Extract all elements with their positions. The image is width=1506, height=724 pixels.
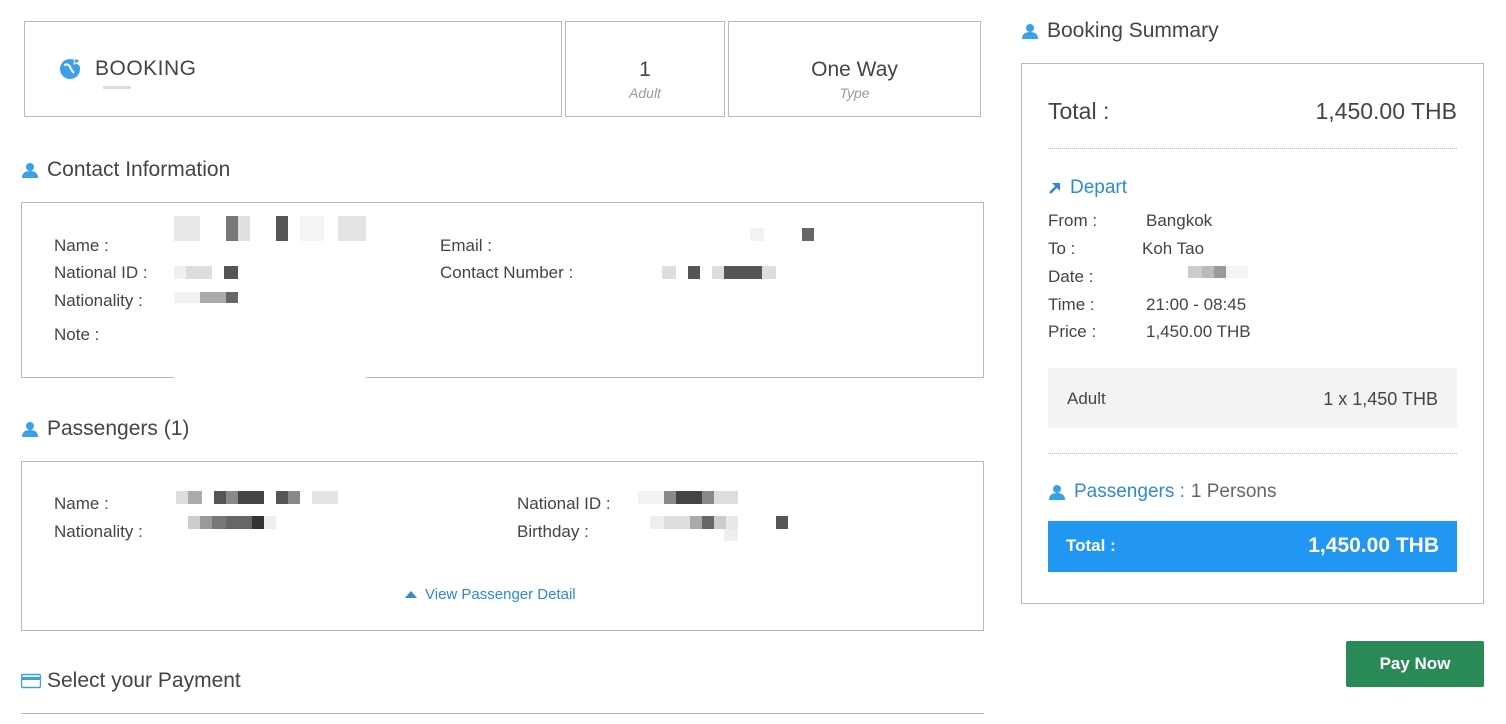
summary-total-label: Total : — [1048, 98, 1110, 124]
payment-heading-text: Select your Payment — [47, 669, 241, 692]
contact-number-redacted — [662, 266, 776, 279]
passenger-name-label: Name : — [54, 494, 109, 513]
passenger-nationality-redacted — [188, 516, 276, 529]
passengers-panel: Name : Nationality : National ID : Birth… — [21, 461, 984, 631]
payment-panel — [21, 713, 984, 724]
divider — [1048, 148, 1457, 149]
passengers-summary: Passengers : 1 Persons — [1048, 481, 1276, 503]
pay-now-button[interactable]: Pay Now — [1346, 641, 1484, 687]
booking-box: BOOKING — [24, 21, 562, 117]
passengers-heading: Passengers (1) — [21, 417, 189, 441]
grand-total-label: Total : — [1066, 536, 1116, 555]
grand-total-bar: Total : 1,450.00 THB — [1048, 521, 1457, 572]
depart-header: Depart — [1048, 177, 1127, 199]
passenger-name-redacted — [176, 491, 364, 504]
price-label: Price : — [1048, 322, 1097, 341]
passenger-birthday-redacted-2 — [724, 529, 738, 541]
person-icon — [22, 422, 38, 437]
passenger-national-id-redacted — [638, 491, 738, 504]
passenger-birthday-redacted — [650, 516, 790, 529]
contact-name-redacted — [174, 216, 366, 241]
passengers-summary-label: Passengers : — [1074, 481, 1185, 502]
summary-heading: Booking Summary — [1021, 19, 1219, 43]
trip-type: One Way — [811, 58, 898, 81]
from-value: Bangkok — [1146, 211, 1213, 230]
credit-card-icon — [21, 673, 41, 689]
date-label: Date : — [1048, 267, 1094, 286]
contact-heading-text: Contact Information — [47, 158, 231, 181]
booking-title: BOOKING — [95, 57, 197, 80]
person-icon — [22, 163, 38, 178]
contact-number-label: Contact Number : — [440, 263, 574, 282]
adult-count: 1 — [639, 58, 651, 81]
adult-count-box: 1 Adult — [565, 21, 725, 117]
to-label: To : — [1048, 239, 1076, 258]
contact-name-label: Name : — [54, 236, 109, 255]
fare-value: 1 x 1,450 THB — [1323, 389, 1438, 409]
contact-panel: Name : National ID : Nationality : Note … — [21, 202, 984, 379]
person-icon — [1049, 485, 1065, 500]
contact-heading: Contact Information — [21, 158, 230, 182]
arrow-up-right-icon — [1049, 183, 1060, 194]
time-value: 21:00 - 08:45 — [1146, 295, 1247, 314]
passenger-nationality-label: Nationality : — [54, 522, 143, 541]
fare-label: Adult — [1067, 389, 1106, 408]
trip-type-label: Type — [839, 85, 870, 101]
date-value-redacted — [1188, 266, 1248, 278]
price-value: 1,450.00 THB — [1146, 322, 1251, 341]
contact-email-label: Email : — [440, 236, 492, 255]
booking-reference-redacted — [103, 86, 131, 89]
globe-plane-icon — [60, 57, 83, 79]
depart-label: Depart — [1070, 177, 1128, 198]
time-label: Time : — [1048, 295, 1095, 314]
view-passenger-detail-link[interactable]: View Passenger Detail — [405, 586, 576, 603]
contact-note-label: Note : — [54, 325, 100, 344]
passenger-national-id-label: National ID : — [517, 494, 611, 513]
from-label: From : — [1048, 211, 1098, 230]
contact-national-id-redacted — [174, 266, 238, 279]
divider — [1048, 453, 1457, 454]
adult-label: Adult — [629, 85, 661, 101]
passengers-heading-text: Passengers (1) — [47, 417, 190, 440]
summary-heading-text: Booking Summary — [1047, 19, 1219, 42]
to-value: Koh Tao — [1142, 239, 1205, 258]
summary-total-value: 1,450.00 THB — [1315, 98, 1457, 124]
view-passenger-detail-text: View Passenger Detail — [425, 586, 576, 603]
contact-email-redacted — [750, 228, 814, 241]
contact-nationality-label: Nationality : — [54, 291, 143, 310]
grand-total-value: 1,450.00 THB — [1308, 534, 1439, 557]
contact-national-id-label: National ID : — [54, 263, 148, 282]
triangle-up-icon — [405, 591, 417, 598]
trip-type-box: One Way Type — [728, 21, 981, 117]
passengers-summary-value: 1 Persons — [1190, 481, 1277, 502]
fare-breakdown: Adult 1 x 1,450 THB — [1048, 368, 1457, 428]
person-icon — [1022, 24, 1038, 39]
summary-panel: Total : 1,450.00 THB Depart From : Bangk… — [1021, 63, 1484, 604]
passenger-birthday-label: Birthday : — [517, 522, 589, 541]
contact-note-redacted — [174, 303, 366, 379]
payment-heading: Select your Payment — [21, 669, 241, 693]
